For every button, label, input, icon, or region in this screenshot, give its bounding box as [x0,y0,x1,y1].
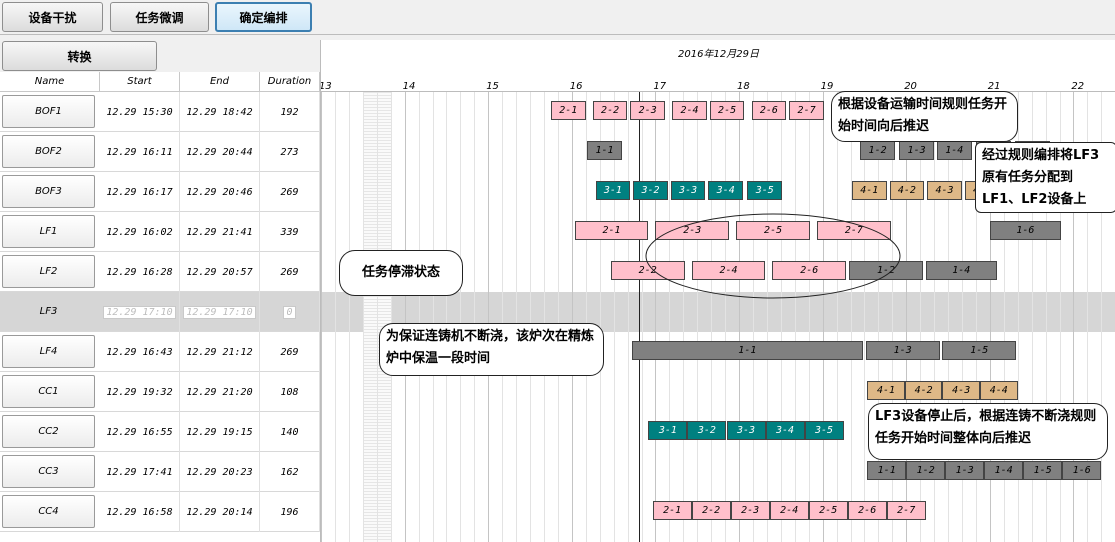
end-cell: 12.29 18:42 [180,92,260,132]
duration-cell: 140 [260,412,320,452]
toolbar-separator [0,34,1115,35]
header-name: Name [0,72,100,92]
end-cell: 12.29 20:57 [180,252,260,292]
device-interference-button[interactable]: 设备干扰 [2,2,103,32]
header-start: Start [100,72,180,92]
start-cell: 12.29 16:11 [100,132,180,172]
table-row: LF3 12.29 17:10 12.29 17:10 0 [0,292,320,332]
duration-cell: 339 [260,212,320,252]
start-cell: 12.29 19:32 [100,372,180,412]
equipment-name-button[interactable]: BOF3 [2,175,95,208]
equipment-name-button[interactable]: CC3 [2,455,95,488]
start-cell: 12.29 17:41 [100,452,180,492]
duration-cell: 273 [260,132,320,172]
header-end: End [180,72,260,92]
equipment-name-button[interactable]: LF4 [2,335,95,368]
task-adjust-button[interactable]: 任务微调 [110,2,209,32]
start-cell: 12.29 15:30 [100,92,180,132]
duration-cell: 108 [260,372,320,412]
equipment-name-button[interactable]: LF1 [2,215,95,248]
table-row: BOF2 12.29 16:11 12.29 20:44 273 [0,132,320,172]
start-cell: 12.29 16:43 [100,332,180,372]
table-row: CC2 12.29 16:55 12.29 19:15 140 [0,412,320,452]
equipment-name-button[interactable]: CC1 [2,375,95,408]
end-cell: 12.29 20:14 [180,492,260,532]
start-cell: 12.29 16:28 [100,252,180,292]
equipment-name-button[interactable]: CC4 [2,495,95,528]
table-row: LF4 12.29 16:43 12.29 21:12 269 [0,332,320,372]
duration-cell: 0 [260,292,320,332]
equipment-name-button[interactable]: BOF1 [2,95,95,128]
equipment-name-button[interactable]: LF3 [2,295,95,328]
duration-cell: 196 [260,492,320,532]
end-cell: 12.29 21:20 [180,372,260,412]
header-duration: Duration [260,72,320,92]
end-cell: 12.29 20:44 [180,132,260,172]
equipment-name-button[interactable]: BOF2 [2,135,95,168]
end-cell: 12.29 19:15 [180,412,260,452]
gantt-chart: 2016年12月29日 13 14 15 16 17 18 19 20 21 22 2-1 2-2 2… [320,40,1115,542]
equipment-table: Name Start End Duration BOF1 12.29 15:30 1… [0,72,320,542]
annotation-ellipse [645,213,901,299]
duration-cell: 269 [260,172,320,212]
end-cell: 12.29 17:10 [180,292,260,332]
convert-button[interactable]: 转换 [2,41,157,71]
end-cell: 12.29 20:23 [180,452,260,492]
start-cell: 12.29 16:58 [100,492,180,532]
start-cell: 12.29 17:10 [100,292,180,332]
confirm-schedule-button[interactable]: 确定编排 [215,2,312,32]
duration-cell: 192 [260,92,320,132]
duration-cell: 269 [260,252,320,292]
equipment-name-button[interactable]: CC2 [2,415,95,448]
table-row: BOF3 12.29 16:17 12.29 20:46 269 [0,172,320,212]
end-cell: 12.29 20:46 [180,172,260,212]
table-row: LF1 12.29 16:02 12.29 21:41 339 [0,212,320,252]
duration-cell: 162 [260,452,320,492]
end-cell: 12.29 21:12 [180,332,260,372]
end-cell: 12.29 21:41 [180,212,260,252]
table-row: BOF1 12.29 15:30 12.29 18:42 192 [0,92,320,132]
start-cell: 12.29 16:17 [100,172,180,212]
table-row: CC3 12.29 17:41 12.29 20:23 162 [0,452,320,492]
equipment-name-button[interactable]: LF2 [2,255,95,288]
start-cell: 12.29 16:55 [100,412,180,452]
duration-cell: 269 [260,332,320,372]
table-row: LF2 12.29 16:28 12.29 20:57 269 [0,252,320,292]
table-row: CC4 12.29 16:58 12.29 20:14 196 [0,492,320,532]
start-cell: 12.29 16:02 [100,212,180,252]
table-row: CC1 12.29 19:32 12.29 21:20 108 [0,372,320,412]
